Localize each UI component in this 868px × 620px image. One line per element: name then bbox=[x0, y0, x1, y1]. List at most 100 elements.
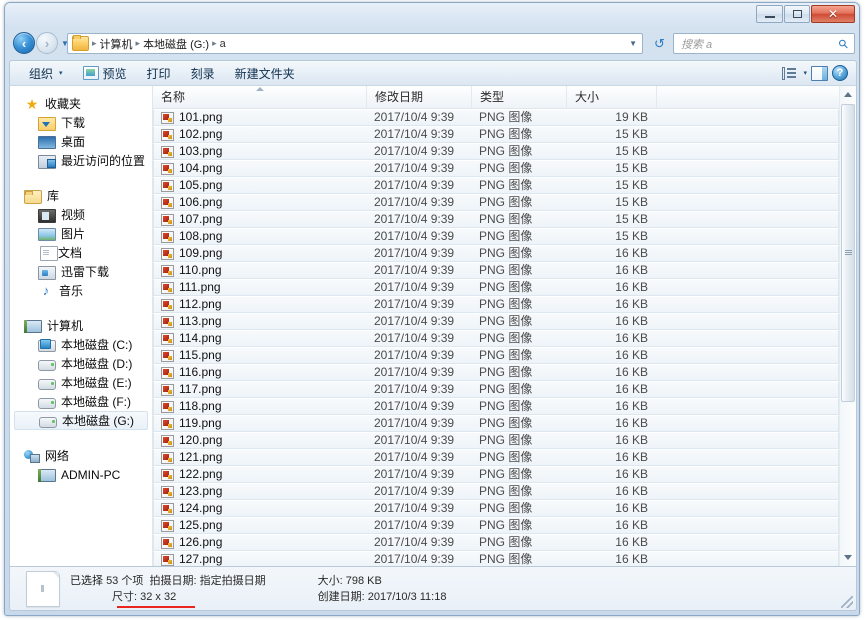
cell-name[interactable]: 108.png bbox=[154, 229, 367, 244]
column-header-name[interactable]: 名称 bbox=[153, 86, 367, 109]
sidebar-item-desktop[interactable]: 桌面 bbox=[10, 132, 152, 151]
refresh-button[interactable]: ↺ bbox=[650, 34, 669, 53]
sidebar-item-documents[interactable]: 文档 bbox=[10, 243, 152, 262]
sidebar-item-drive-e[interactable]: 本地磁盘 (E:) bbox=[10, 373, 152, 392]
cell-name[interactable]: 119.png bbox=[154, 416, 367, 431]
cell-name[interactable]: 114.png bbox=[154, 331, 367, 346]
table-row[interactable]: 106.png2017/10/4 9:39PNG 图像15 KB bbox=[153, 194, 839, 211]
table-row[interactable]: 125.png2017/10/4 9:39PNG 图像16 KB bbox=[153, 517, 839, 534]
cell-name[interactable]: 101.png bbox=[154, 110, 367, 125]
cell-name[interactable]: 107.png bbox=[154, 212, 367, 227]
table-row[interactable]: 114.png2017/10/4 9:39PNG 图像16 KB bbox=[153, 330, 839, 347]
table-row[interactable]: 117.png2017/10/4 9:39PNG 图像16 KB bbox=[153, 381, 839, 398]
table-row[interactable]: 107.png2017/10/4 9:39PNG 图像15 KB bbox=[153, 211, 839, 228]
table-row[interactable]: 104.png2017/10/4 9:39PNG 图像15 KB bbox=[153, 160, 839, 177]
sidebar-item-videos[interactable]: 视频 bbox=[10, 205, 152, 224]
sidebar-item-drive-g[interactable]: 本地磁盘 (G:) bbox=[14, 411, 148, 430]
cell-name[interactable]: 102.png bbox=[154, 127, 367, 142]
breadcrumb-computer[interactable]: 计算机 bbox=[98, 36, 135, 52]
cell-name[interactable]: 115.png bbox=[154, 348, 367, 363]
table-row[interactable]: 111.png2017/10/4 9:39PNG 图像16 KB bbox=[153, 279, 839, 296]
table-row[interactable]: 112.png2017/10/4 9:39PNG 图像16 KB bbox=[153, 296, 839, 313]
vertical-scrollbar[interactable] bbox=[839, 86, 856, 566]
table-row[interactable]: 119.png2017/10/4 9:39PNG 图像16 KB bbox=[153, 415, 839, 432]
print-button[interactable]: 打印 bbox=[138, 61, 180, 86]
table-row[interactable]: 109.png2017/10/4 9:39PNG 图像16 KB bbox=[153, 245, 839, 262]
column-header-date-modified[interactable]: 修改日期 bbox=[367, 86, 472, 109]
cell-name[interactable]: 124.png bbox=[154, 501, 367, 516]
sidebar-item-recent-places[interactable]: 最近访问的位置 bbox=[10, 151, 152, 170]
cell-name[interactable]: 116.png bbox=[154, 365, 367, 380]
search-input[interactable]: 搜索 a ⚲ bbox=[673, 33, 855, 54]
cell-name[interactable]: 121.png bbox=[154, 450, 367, 465]
scrollbar-thumb[interactable] bbox=[841, 104, 855, 402]
address-bar[interactable]: ▸ 计算机 ▸ 本地磁盘 (G:) ▸ a ▼ bbox=[67, 33, 643, 54]
burn-button[interactable]: 刻录 bbox=[182, 61, 224, 86]
close-button[interactable]: ✕ bbox=[811, 5, 855, 23]
cell-name[interactable]: 125.png bbox=[154, 518, 367, 533]
table-row[interactable]: 108.png2017/10/4 9:39PNG 图像15 KB bbox=[153, 228, 839, 245]
sidebar-item-music[interactable]: ♪ 音乐 bbox=[10, 281, 152, 300]
cell-name[interactable]: 126.png bbox=[154, 535, 367, 550]
sidebar-item-admin-pc[interactable]: ADMIN-PC bbox=[10, 465, 152, 484]
column-header-filler[interactable] bbox=[657, 86, 856, 109]
sidebar-item-drive-f[interactable]: 本地磁盘 (F:) bbox=[10, 392, 152, 411]
cell-name[interactable]: 103.png bbox=[154, 144, 367, 159]
cell-name[interactable]: 109.png bbox=[154, 246, 367, 261]
table-row[interactable]: 101.png2017/10/4 9:39PNG 图像19 KB bbox=[153, 109, 839, 126]
organize-button[interactable]: 组织 ▾ bbox=[20, 61, 72, 86]
help-icon[interactable]: ? bbox=[832, 65, 848, 81]
table-row[interactable]: 120.png2017/10/4 9:39PNG 图像16 KB bbox=[153, 432, 839, 449]
cell-name[interactable]: 123.png bbox=[154, 484, 367, 499]
breadcrumb-folder-a[interactable]: a bbox=[218, 38, 228, 50]
chevron-down-icon[interactable]: ▼ bbox=[629, 39, 637, 48]
cell-name[interactable]: 106.png bbox=[154, 195, 367, 210]
sidebar-item-downloads[interactable]: 下载 bbox=[10, 113, 152, 132]
table-row[interactable]: 105.png2017/10/4 9:39PNG 图像15 KB bbox=[153, 177, 839, 194]
table-row[interactable]: 113.png2017/10/4 9:39PNG 图像16 KB bbox=[153, 313, 839, 330]
back-button[interactable]: ‹ bbox=[13, 32, 35, 54]
cell-name[interactable]: 117.png bbox=[154, 382, 367, 397]
cell-name[interactable]: 113.png bbox=[154, 314, 367, 329]
navigation-pane[interactable]: ★ 收藏夹 下载 桌面 最近访问的位置 bbox=[10, 86, 153, 566]
breadcrumb-drive-g[interactable]: 本地磁盘 (G:) bbox=[141, 36, 211, 52]
scroll-down-button[interactable] bbox=[840, 549, 856, 566]
sidebar-item-drive-c[interactable]: 本地磁盘 (C:) bbox=[10, 335, 152, 354]
cell-name[interactable]: 110.png bbox=[154, 263, 367, 278]
new-folder-button[interactable]: 新建文件夹 bbox=[226, 61, 304, 86]
minimize-button[interactable] bbox=[756, 5, 783, 23]
sidebar-item-computer[interactable]: 计算机 bbox=[10, 316, 152, 335]
preview-button[interactable]: 预览 bbox=[74, 61, 136, 86]
sidebar-item-pictures[interactable]: 图片 bbox=[10, 224, 152, 243]
table-row[interactable]: 110.png2017/10/4 9:39PNG 图像16 KB bbox=[153, 262, 839, 279]
table-row[interactable]: 116.png2017/10/4 9:39PNG 图像16 KB bbox=[153, 364, 839, 381]
cell-name[interactable]: 127.png bbox=[154, 552, 367, 566]
preview-pane-icon[interactable] bbox=[811, 66, 828, 81]
cell-name[interactable]: 105.png bbox=[154, 178, 367, 193]
sidebar-item-favorites[interactable]: ★ 收藏夹 bbox=[10, 94, 152, 113]
cell-name[interactable]: 122.png bbox=[154, 467, 367, 482]
sidebar-item-drive-d[interactable]: 本地磁盘 (D:) bbox=[10, 354, 152, 373]
table-row[interactable]: 102.png2017/10/4 9:39PNG 图像15 KB bbox=[153, 126, 839, 143]
resize-grip[interactable] bbox=[841, 596, 853, 608]
forward-button[interactable]: › bbox=[36, 32, 58, 54]
maximize-button[interactable] bbox=[784, 5, 810, 23]
file-list-pane[interactable]: 名称 修改日期 类型 大小 101.png2017/10/4 9:39PNG 图… bbox=[153, 86, 856, 566]
sidebar-item-xunlei-download[interactable]: 迅雷下载 bbox=[10, 262, 152, 281]
table-row[interactable]: 115.png2017/10/4 9:39PNG 图像16 KB bbox=[153, 347, 839, 364]
scroll-up-button[interactable] bbox=[840, 86, 856, 103]
chevron-down-icon[interactable]: ▾ bbox=[803, 69, 807, 77]
table-row[interactable]: 123.png2017/10/4 9:39PNG 图像16 KB bbox=[153, 483, 839, 500]
cell-name[interactable]: 120.png bbox=[154, 433, 367, 448]
table-row[interactable]: 121.png2017/10/4 9:39PNG 图像16 KB bbox=[153, 449, 839, 466]
table-row[interactable]: 126.png2017/10/4 9:39PNG 图像16 KB bbox=[153, 534, 839, 551]
sidebar-item-network[interactable]: 网络 bbox=[10, 446, 152, 465]
table-row[interactable]: 127.png2017/10/4 9:39PNG 图像16 KB bbox=[153, 551, 839, 566]
table-row[interactable]: 118.png2017/10/4 9:39PNG 图像16 KB bbox=[153, 398, 839, 415]
column-header-size[interactable]: 大小 bbox=[567, 86, 657, 109]
column-header-type[interactable]: 类型 bbox=[472, 86, 567, 109]
cell-name[interactable]: 112.png bbox=[154, 297, 367, 312]
cell-name[interactable]: 104.png bbox=[154, 161, 367, 176]
cell-name[interactable]: 118.png bbox=[154, 399, 367, 414]
table-row[interactable]: 122.png2017/10/4 9:39PNG 图像16 KB bbox=[153, 466, 839, 483]
